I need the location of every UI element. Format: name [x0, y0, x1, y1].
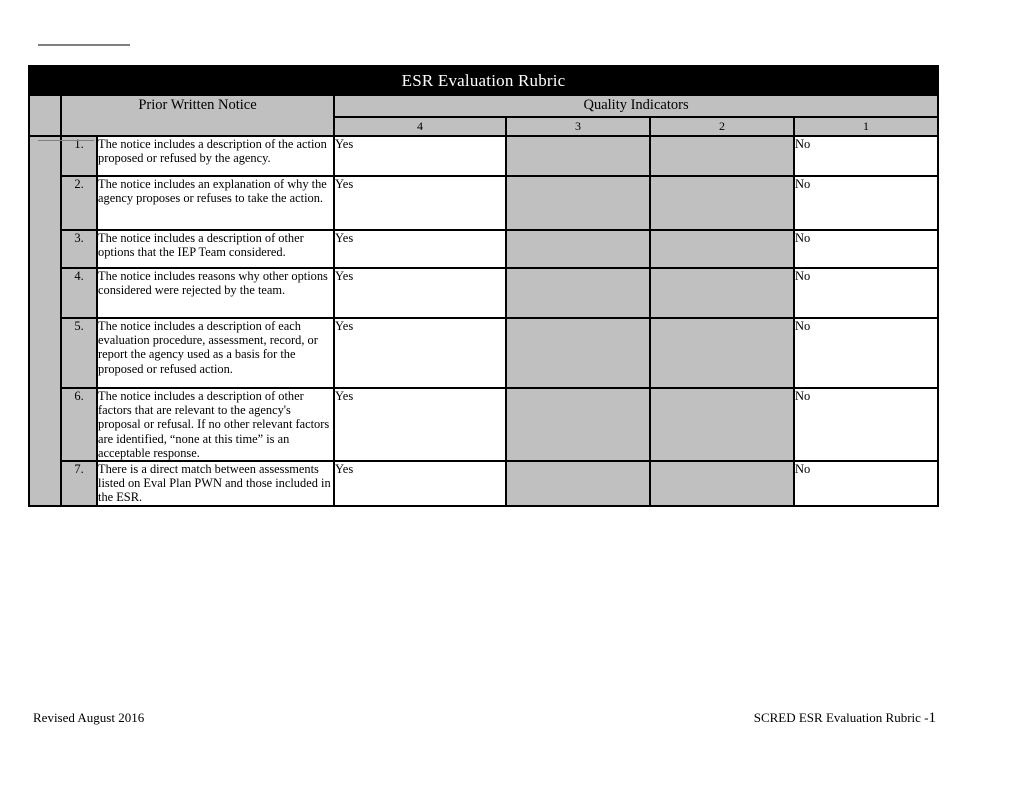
score-cell-1[interactable]: No: [792, 175, 940, 231]
score-cell-2: [649, 386, 795, 463]
spine-column: [28, 135, 94, 507]
page-footer: Revised August 2016 SCRED ESR Evaluation…: [33, 709, 936, 727]
score-cell-4[interactable]: Yes: [333, 460, 507, 507]
score-cell-2: [649, 460, 795, 507]
score-cell-4[interactable]: Yes: [333, 135, 507, 177]
header-spine-cell: [28, 94, 62, 137]
spine-rule: [38, 140, 94, 141]
document-page: ESR Evaluation Rubric Prior Written Noti…: [0, 0, 1020, 788]
header-quality-indicators: Quality Indicators: [332, 94, 940, 118]
score-column-header-1: 1: [792, 116, 940, 137]
footer-revision-date: Revised August 2016: [33, 710, 145, 725]
criterion-text: The notice includes a description of eac…: [96, 317, 335, 389]
row-number: 3.: [60, 229, 98, 269]
criterion-text: The notice includes a description of oth…: [96, 386, 335, 463]
section-header-prior-written-notice: Prior Written Notice: [60, 94, 335, 137]
criterion-text: The notice includes an explanation of wh…: [96, 175, 335, 231]
table-row: 5. The notice includes a description of …: [29, 317, 940, 389]
score-cell-1[interactable]: No: [792, 386, 940, 463]
score-cell-1[interactable]: No: [792, 135, 940, 177]
criterion-text: The notice includes reasons why other op…: [96, 267, 335, 319]
score-cell-2: [649, 229, 795, 269]
table-title-row: ESR Evaluation Rubric: [27, 65, 940, 96]
score-cell-3: [505, 175, 651, 231]
score-column-header-4: 4: [333, 116, 507, 137]
score-cell-1[interactable]: No: [792, 267, 940, 319]
score-cell-3: [505, 386, 651, 463]
footer-page-number: 1: [928, 710, 937, 726]
score-cell-3: [505, 460, 651, 507]
score-cell-1[interactable]: No: [792, 317, 940, 389]
table-row: 4. The notice includes reasons why other…: [29, 267, 940, 319]
score-cell-2: [649, 135, 795, 177]
table-row: 7. There is a direct match between asses…: [29, 460, 940, 507]
row-number: 7.: [60, 460, 98, 507]
row-number: 4.: [60, 267, 98, 319]
table-row: 6. The notice includes a description of …: [29, 386, 940, 463]
row-number: 6.: [60, 386, 98, 463]
score-cell-2: [649, 317, 795, 389]
score-cell-3: [505, 229, 651, 269]
esr-evaluation-rubric-table: ESR Evaluation Rubric Prior Written Noti…: [27, 65, 940, 507]
score-cell-3: [505, 267, 651, 319]
score-cell-4[interactable]: Yes: [333, 317, 507, 389]
score-column-header-3: 3: [505, 116, 651, 137]
score-cell-4[interactable]: Yes: [333, 386, 507, 463]
score-cell-4[interactable]: Yes: [333, 267, 507, 319]
score-cell-1[interactable]: No: [792, 460, 940, 507]
score-cell-2: [649, 267, 795, 319]
table-header-row-primary: Prior Written Notice Quality Indicators: [28, 94, 940, 137]
criterion-text: The notice includes a description of oth…: [96, 229, 335, 269]
score-column-header-2: 2: [649, 116, 795, 137]
score-cell-3: [505, 317, 651, 389]
table-row: 3. The notice includes a description of …: [29, 229, 940, 269]
row-number: 2.: [60, 175, 98, 231]
footer-document-title: SCRED ESR Evaluation Rubric -: [753, 710, 929, 725]
table-row: 1. The notice includes a description of …: [28, 135, 940, 507]
table-row: 2. The notice includes an explanation of…: [29, 175, 940, 231]
row-number: 5.: [60, 317, 98, 389]
score-cell-4[interactable]: Yes: [333, 229, 507, 269]
page-title: ESR Evaluation Rubric: [27, 65, 940, 96]
criterion-text: The notice includes a description of the…: [96, 135, 335, 177]
score-cell-1[interactable]: No: [792, 229, 940, 269]
header-rule: [38, 44, 130, 46]
row-number: 1.: [60, 135, 98, 177]
score-cell-3: [505, 135, 651, 177]
footer-document-label: SCRED ESR Evaluation Rubric -1: [754, 709, 936, 727]
score-cell-4[interactable]: Yes: [333, 175, 507, 231]
criterion-text: There is a direct match between assessme…: [96, 460, 335, 507]
score-cell-2: [649, 175, 795, 231]
